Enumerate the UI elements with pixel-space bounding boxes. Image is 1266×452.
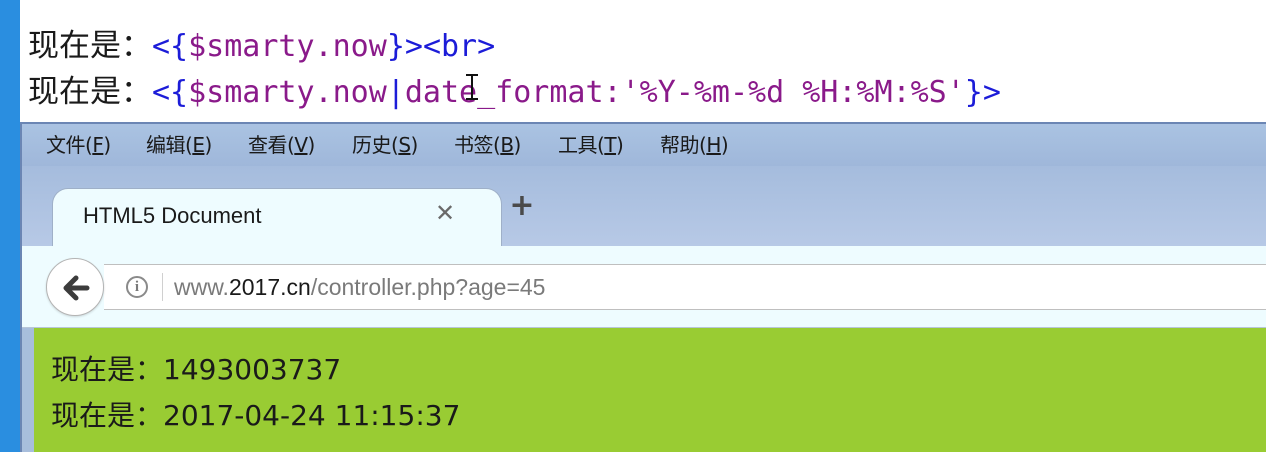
menu-help[interactable]: 帮助(H) [660,132,729,158]
code-pipe: | [386,75,405,110]
code-open-delimiter: <{ [152,75,189,110]
code-variable: $smarty.now [188,75,387,110]
formatted-date-line: 现在是：2017-04-24 11:15:37 [51,399,461,432]
text-cursor-icon [465,74,479,100]
code-format-string: '%Y-%m-%d %H:%M:%S' [621,75,965,110]
info-icon[interactable]: i [126,276,148,298]
page-content: 现在是：1493003737 现在是：2017-04-24 11:15:37 [34,328,1266,452]
menu-bar: 文件(F) 编辑(E) 查看(V) 历史(S) 书签(B) 工具(T) 帮助(H… [22,124,1266,166]
code-br-tag: <br> [422,29,496,64]
code-open-delimiter: <{ [152,29,189,64]
code-close-delimiter: }> [964,75,1001,110]
navigation-bar: i www.2017.cn/controller.php?age=45 [22,246,1266,328]
code-editor[interactable]: 现在是：<{$smarty.now}><br> 现在是：<{$smarty.no… [20,0,1266,122]
code-close-delimiter: }> [386,29,423,64]
code-modifier: date_format: [404,75,622,110]
code-variable: $smarty.now [188,29,387,64]
menu-view[interactable]: 查看(V) [248,132,315,158]
address-bar[interactable]: i www.2017.cn/controller.php?age=45 [104,264,1266,310]
address-text: www.2017.cn/controller.php?age=45 [174,274,546,300]
tab-strip: HTML5 Document ✕ + [22,166,1266,248]
screenshot: 现在是：<{$smarty.now}><br> 现在是：<{$smarty.no… [0,0,1266,452]
tab-title: HTML5 Document [83,203,262,228]
back-button[interactable] [46,258,104,316]
menu-history[interactable]: 历史(S) [352,132,418,158]
address-separator [162,273,163,301]
close-icon[interactable]: ✕ [433,201,457,225]
tab-html5-document[interactable]: HTML5 Document ✕ [52,188,502,248]
new-tab-icon[interactable]: + [508,191,536,221]
code-label: 现在是： [28,74,152,110]
menu-tools[interactable]: 工具(T) [558,132,624,158]
editor-gutter [0,0,20,452]
browser-window: 文件(F) 编辑(E) 查看(V) 历史(S) 书签(B) 工具(T) 帮助(H… [20,122,1266,452]
arrow-left-icon [63,275,90,301]
code-line-2: 现在是：<{$smarty.now|date_format:'%Y-%m-%d … [28,70,1001,114]
menu-edit[interactable]: 编辑(E) [146,132,212,158]
menu-bookmarks[interactable]: 书签(B) [454,132,521,158]
code-label: 现在是： [28,28,152,64]
timestamp-line: 现在是：1493003737 [51,353,342,386]
code-line-1: 现在是：<{$smarty.now}><br> [28,24,495,68]
menu-file[interactable]: 文件(F) [46,132,111,158]
